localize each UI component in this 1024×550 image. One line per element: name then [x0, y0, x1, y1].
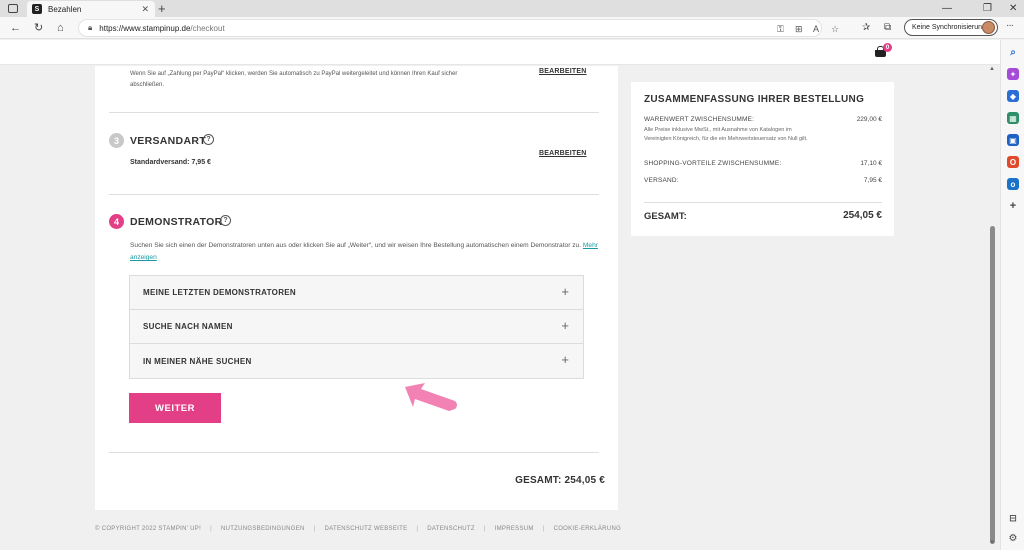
site-header: 0 [0, 40, 1000, 65]
shopping-benefits-label: SHOPPING-VORTEILE ZWISCHENSUMME: [644, 160, 782, 167]
order-total: GESAMT: 254,05 € [515, 475, 605, 486]
summary-total-value: 254,05 € [843, 210, 882, 221]
shipping-method: Standardversand: 7,95 € [130, 159, 211, 166]
plus-icon[interactable]: + [561, 285, 569, 299]
key-icon[interactable]: ⚿ [777, 23, 784, 35]
outlook-icon[interactable]: o [1007, 178, 1019, 190]
demonstrator-accordion: MEINE LETZTEN DEMONSTRATOREN + SUCHE NAC… [129, 275, 584, 379]
profile-sync-button[interactable]: Keine Synchronisierung [904, 19, 998, 36]
tab-title: Bezahlen [48, 4, 82, 14]
step-3-number: 3 [109, 133, 124, 148]
lock-icon[interactable]: 🔒︎ [88, 23, 92, 33]
favorites-icon[interactable]: ✰ [862, 20, 870, 36]
divider [109, 194, 599, 195]
add-favorite-icon[interactable]: ☆ [831, 23, 839, 35]
accordion-recent-demonstrators[interactable]: MEINE LETZTEN DEMONSTRATOREN + [130, 276, 583, 310]
footer-link-imprint[interactable]: IMPRESSUM [495, 526, 534, 532]
demonstrator-description: Suchen Sie sich einen der Demonstratoren… [130, 242, 598, 261]
scroll-thumb[interactable] [990, 226, 995, 544]
summary-title: ZUSAMMENFASSUNG IHRER BESTELLUNG [644, 94, 865, 105]
games-icon[interactable]: ▦ [1007, 112, 1019, 124]
divider [109, 452, 599, 453]
scroll-down-icon[interactable]: ▼ [989, 540, 995, 546]
sync-label: Keine Synchronisierung [912, 24, 986, 31]
restore-icon[interactable]: ❐ [983, 1, 992, 16]
accordion-label: IN MEINER NÄHE SUCHEN [143, 356, 252, 366]
browser-tab[interactable]: S Bezahlen ✕ [27, 1, 155, 17]
subtotal-note: Alle Preise inklusive MwSt., mit Ausnahm… [644, 127, 808, 142]
plus-icon[interactable]: + [561, 353, 569, 367]
office-icon[interactable]: O [1007, 156, 1019, 168]
page-scrollbar[interactable]: ▲ ▼ [988, 66, 997, 550]
app-available-icon[interactable]: ⊞ [795, 23, 803, 35]
plus-icon[interactable]: + [561, 319, 569, 333]
refresh-icon[interactable]: ↻ [34, 20, 43, 36]
gear-icon[interactable]: ⚙ [1007, 532, 1019, 544]
address-bar[interactable]: 🔒︎ https://www.stampinup.de/checkout ⚿ ⊞… [78, 19, 839, 37]
cart-count-badge: 0 [883, 43, 892, 52]
divider [109, 112, 599, 113]
footer-link-terms[interactable]: NUTZUNGSBEDINGUNGEN [221, 526, 305, 532]
edit-payment-link[interactable]: BEARBEITEN [539, 68, 587, 75]
shipping-label: VERSAND: [644, 177, 679, 184]
minimize-icon[interactable]: — [942, 1, 952, 16]
site-footer: © COPYRIGHT 2022 STAMPIN' UP! | NUTZUNGS… [95, 526, 622, 532]
annotation-arrow-icon [405, 383, 457, 411]
accordion-label: SUCHE NACH NAMEN [143, 322, 233, 331]
order-summary: ZUSAMMENFASSUNG IHRER BESTELLUNG WARENWE… [631, 82, 894, 236]
shipping-value: 7,95 € [863, 177, 882, 184]
browser-toolbar: ← ↻ ⌂ 🔒︎ https://www.stampinup.de/checko… [0, 17, 1024, 39]
continue-button[interactable]: WEITER [129, 393, 221, 423]
edit-shipping-link[interactable]: BEARBEITEN [539, 150, 587, 157]
stampinup-favicon-icon: S [32, 4, 42, 14]
divider [644, 202, 882, 203]
tools-icon[interactable]: ▣ [1007, 134, 1019, 146]
footer-link-privacy[interactable]: DATENSCHUTZ [427, 526, 475, 532]
payment-info-text: Wenn Sie auf „Zahlung per PayPal“ klicke… [130, 71, 458, 88]
step-4-number: 4 [109, 214, 124, 229]
add-icon[interactable]: + [1007, 200, 1019, 212]
help-icon[interactable]: ? [220, 215, 231, 226]
search-icon[interactable]: ⌕ [1007, 46, 1019, 58]
url-path: /checkout [190, 23, 225, 33]
help-icon[interactable]: ? [203, 134, 214, 145]
back-arrow-icon[interactable]: ← [10, 20, 21, 36]
tab-actions-icon[interactable] [8, 4, 18, 13]
close-window-icon[interactable]: ✕ [1009, 1, 1017, 16]
subtotal-label: WARENWERT ZWISCHENSUMME: [644, 116, 755, 123]
scroll-up-icon[interactable]: ▲ [989, 66, 995, 72]
summary-total-label: GESAMT: [644, 211, 687, 222]
new-tab-icon[interactable]: + [158, 1, 166, 16]
shopping-benefits-value: 17,10 € [860, 160, 882, 167]
copyright: © COPYRIGHT 2022 STAMPIN' UP! [95, 526, 202, 532]
browser-tab-bar: S Bezahlen ✕ + — ❐ ✕ [0, 0, 1024, 17]
url-host: https://www.stampinup.de [99, 23, 191, 33]
demonstrator-title: DEMONSTRATOR [130, 216, 223, 228]
shopping-tag-icon[interactable]: ◆ [1007, 90, 1019, 102]
edge-sidebar: ⌕ ✦ ◆ ▦ ▣ O o + ⊟ ⚙ [1000, 40, 1024, 550]
discover-icon[interactable]: ✦ [1007, 68, 1019, 80]
shipping-title: VERSANDART [130, 135, 206, 147]
home-icon[interactable]: ⌂ [57, 20, 64, 36]
collections-icon[interactable]: ⧉ [884, 20, 891, 36]
more-options-icon[interactable]: ··· [1006, 20, 1014, 31]
read-aloud-icon[interactable]: A [813, 23, 819, 35]
subtotal-value: 229,00 € [856, 116, 882, 123]
footer-link-website-privacy[interactable]: DATENSCHUTZ WEBSEITE [325, 526, 408, 532]
checkout-panel: Wenn Sie auf „Zahlung per PayPal“ klicke… [95, 66, 618, 510]
sidebar-toggle-icon[interactable]: ⊟ [1007, 512, 1019, 524]
footer-link-cookies[interactable]: COOKIE-ERKLÄRUNG [554, 526, 621, 532]
accordion-search-by-name[interactable]: SUCHE NACH NAMEN + [130, 310, 583, 344]
avatar [982, 21, 995, 34]
close-icon[interactable]: ✕ [141, 4, 149, 15]
accordion-label: MEINE LETZTEN DEMONSTRATOREN [143, 288, 296, 297]
accordion-search-nearby[interactable]: IN MEINER NÄHE SUCHEN + [130, 344, 583, 378]
